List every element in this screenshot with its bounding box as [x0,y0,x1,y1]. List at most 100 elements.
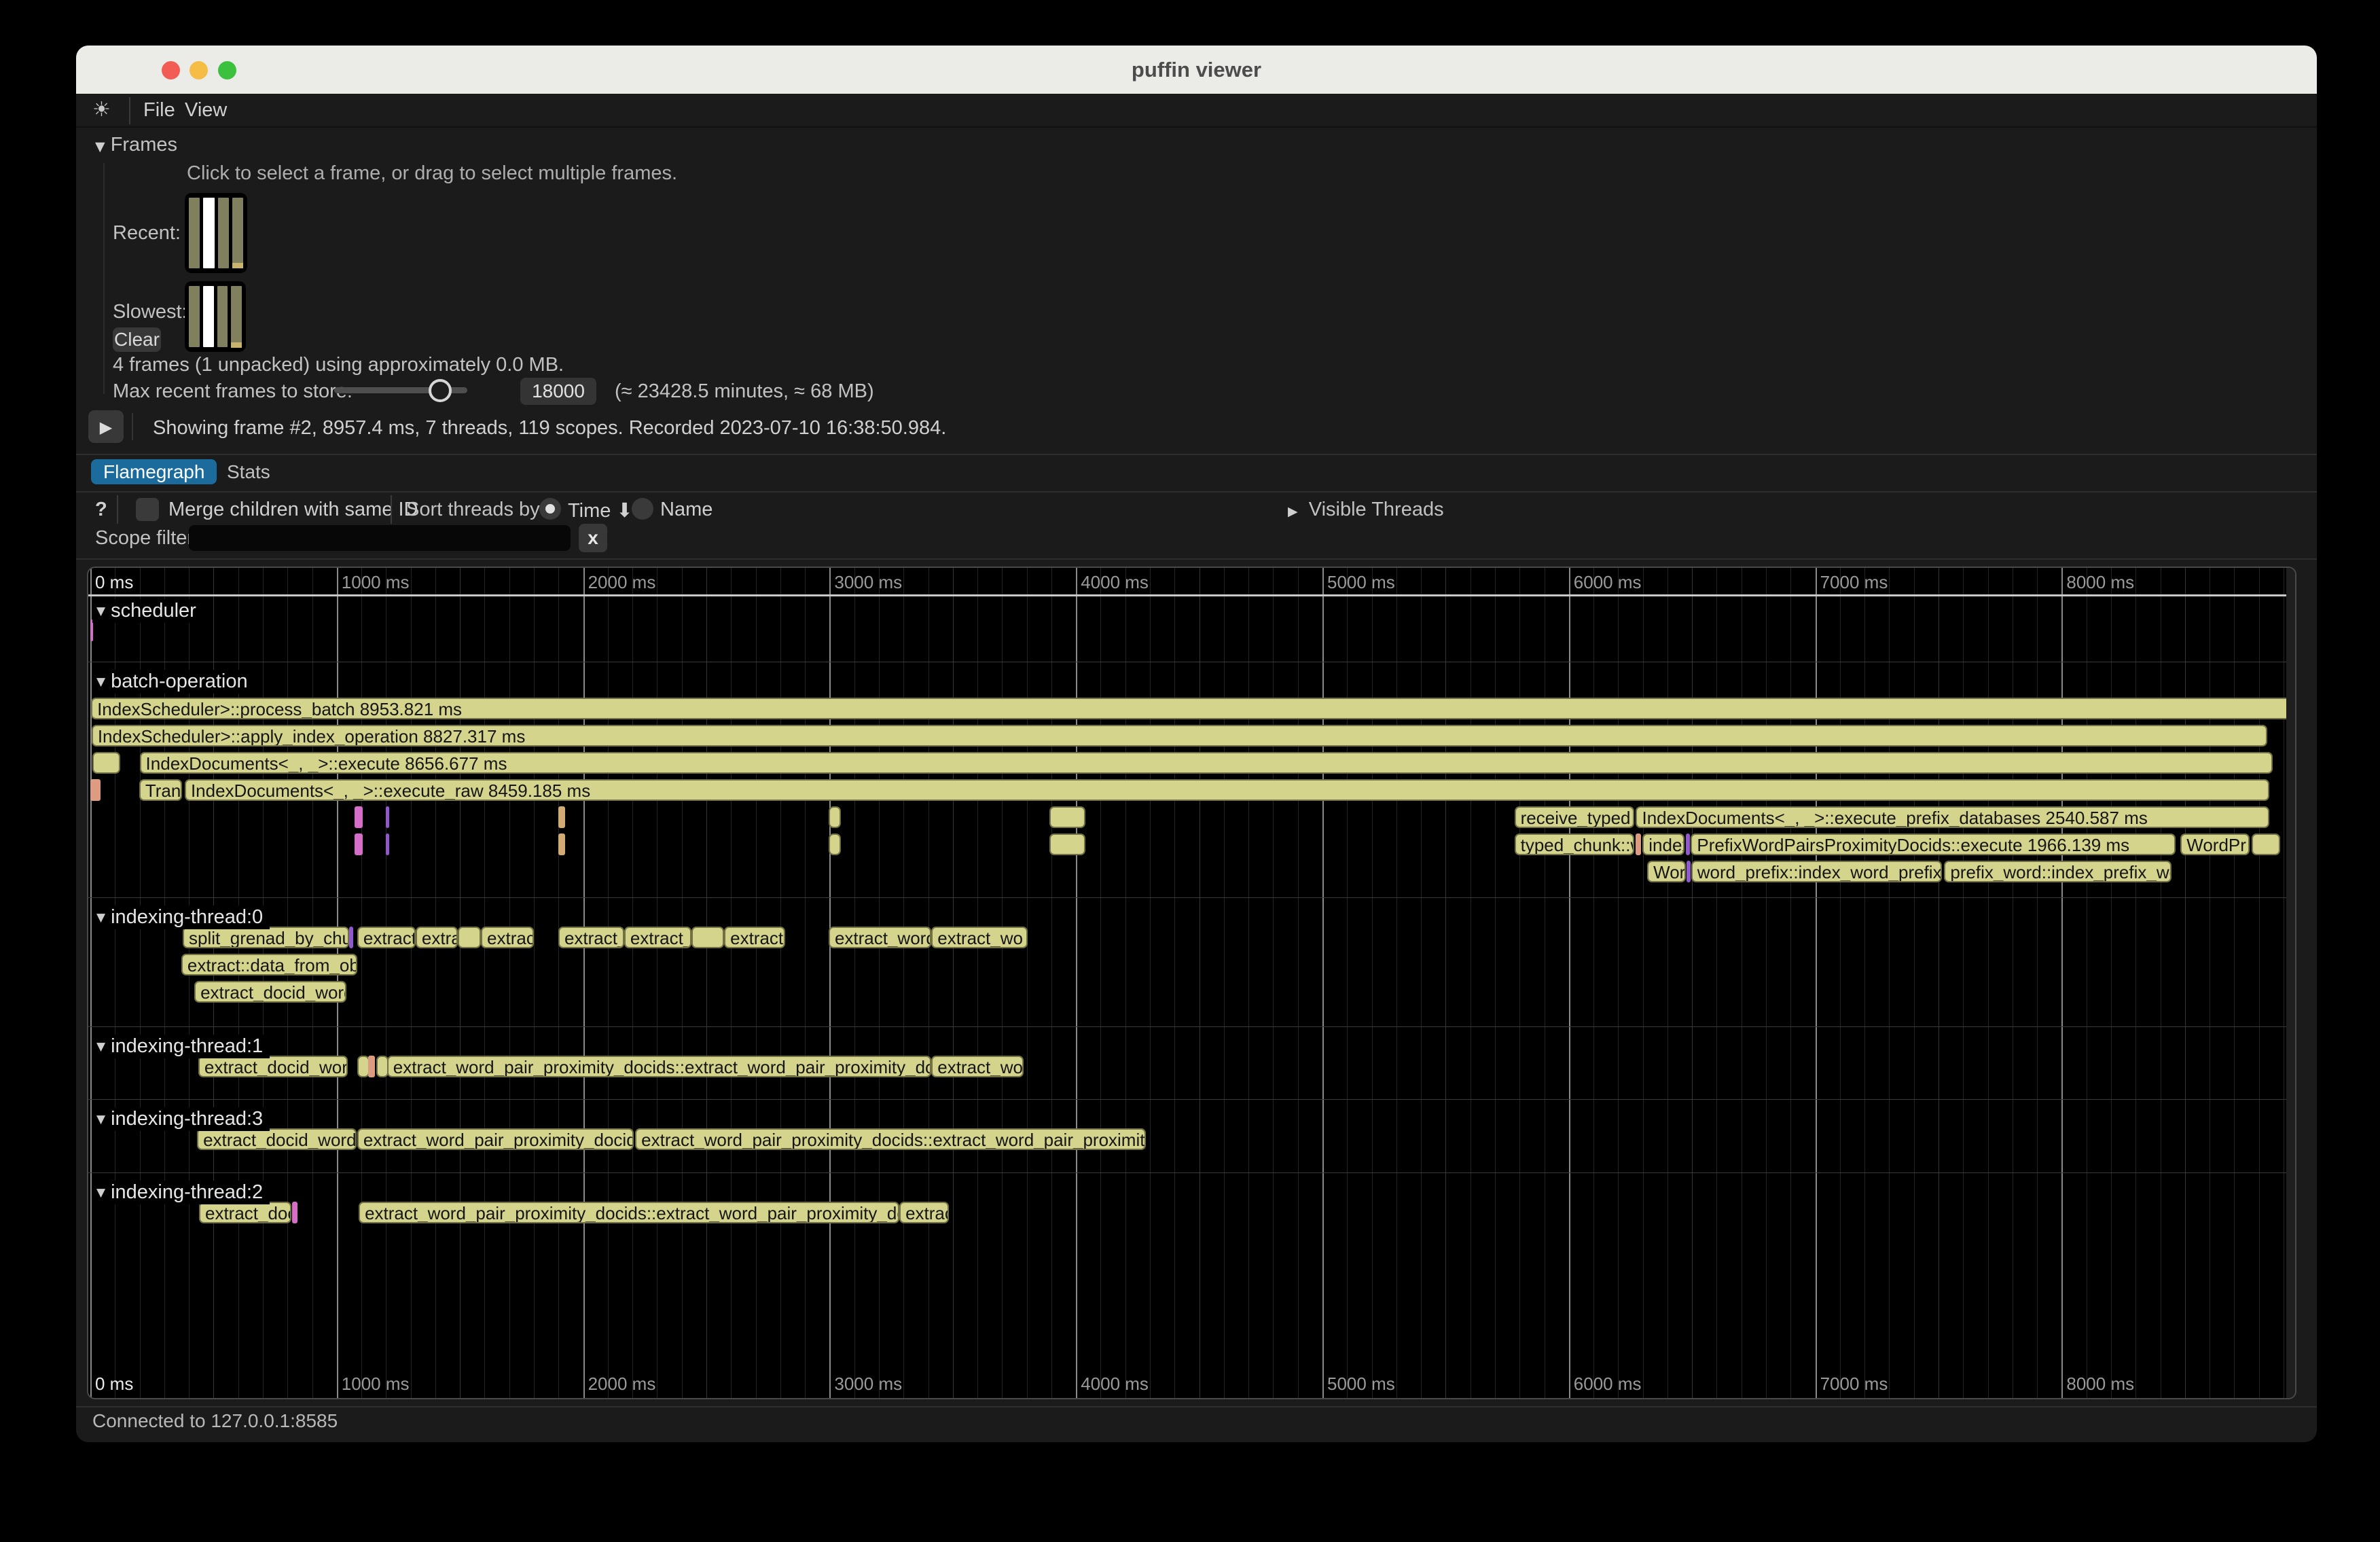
flame-bar-extra[interactable]: extra [416,927,458,948]
selected-frame-bar[interactable] [203,286,214,347]
flame-bar-receive_typed_[interactable]: receive_typed_ [1515,806,1634,828]
flame-bar-extract_wo[interactable]: extract_wo [931,927,1028,948]
flame-bar[interactable] [355,806,363,828]
tab-flamegraph[interactable]: Flamegraph [91,459,217,484]
flame-bar-extract[interactable]: extract [724,927,785,948]
frame-bar[interactable] [217,286,228,347]
flame-bar-extract_wo[interactable]: extract_wo [931,1056,1024,1077]
controls-divider [117,495,118,524]
flame-bar-extract[interactable]: extract [357,927,416,948]
flame-bar-extract_docid_word[interactable]: extract_docid_word [198,1056,348,1077]
flame-bar-typed_chunk-w[interactable]: typed_chunk::w [1515,833,1634,855]
flame-bar[interactable] [292,1202,298,1223]
flame-bar[interactable] [691,927,724,948]
thread-header-indexing-thread-3[interactable]: ▼indexing-thread:3 [92,1107,270,1131]
frame-bar[interactable] [231,286,242,344]
merge-children-label[interactable]: Merge children with same ID [168,499,418,521]
help-button[interactable]: ? [95,499,107,521]
flame-bar[interactable] [558,806,565,828]
gridline-major [1076,568,1077,1398]
flame-bar-extract_word_pair_proximity_docids-extra[interactable]: extract_word_pair_proximity_docids::extr… [635,1128,1146,1150]
flame-bar-split_grenad_by_chun[interactable]: split_grenad_by_chun [183,927,349,948]
theme-sun-icon[interactable]: ☀ [92,98,111,122]
flame-bar-extract_doc[interactable]: extract_doc [199,1202,291,1223]
flame-bar-Word[interactable]: Word [1647,861,1686,882]
flame-bar-extrac[interactable]: extrac [481,927,534,948]
flame-bar-WordPr[interactable]: WordPr [2180,833,2250,855]
flame-bar[interactable] [829,833,841,855]
frame-bar[interactable] [232,198,243,264]
flame-bar-PrefixWordPairsProximityDocids-execute[interactable]: PrefixWordPairsProximityDocids::execute … [1691,833,2175,855]
flame-bar-word_prefix-index_word_prefix_[interactable]: word_prefix::index_word_prefix_ [1691,861,1943,882]
flame-bar-extract-data_from_ob[interactable]: extract::data_from_ob [181,954,357,975]
tab-stats[interactable]: Stats [215,459,283,484]
flame-bar-prefix_word-index_prefix_wo[interactable]: prefix_word::index_prefix_wo [1944,861,2171,882]
flame-bar-IndexDocuments-_-[interactable]: IndexDocuments<_, _>::execute_prefix_dat… [1636,806,2269,828]
flame-bar-IndexScheduler-process_batch[interactable]: IndexScheduler>::process_batch 8953.821 … [91,698,2296,719]
flame-bar[interactable] [829,806,841,828]
slowest-frames-thumbnail[interactable] [185,281,246,352]
thread-header-indexing-thread-0[interactable]: ▼indexing-thread:0 [92,906,270,929]
flame-bar-index[interactable]: index [1642,833,1684,855]
play-button[interactable]: ▶ [88,410,124,443]
menu-item-view[interactable]: View [185,94,227,128]
gridline-minor [682,568,683,1398]
flame-bar-Trans[interactable]: Trans [139,779,182,801]
flame-bar[interactable] [1049,806,1085,828]
flame-bar[interactable] [458,927,481,948]
sort-radio-name[interactable] [632,498,653,520]
thread-header-indexing-thread-1[interactable]: ▼indexing-thread:1 [92,1035,270,1058]
selected-frame-bar[interactable] [203,198,214,268]
max-frames-value[interactable]: 18000 [520,378,596,405]
flame-bar[interactable] [1636,833,1640,855]
visible-threads-toggle[interactable]: ▶ Visible Threads [1288,499,1444,521]
flame-bar-extract_docid_word[interactable]: extract_docid_word [194,981,346,1003]
flame-bar-extract_[interactable]: extract_ [558,927,624,948]
gridline-minor [1150,568,1151,1398]
sort-option-label[interactable]: Name [660,499,713,521]
flame-bar[interactable] [386,833,389,855]
flame-bar[interactable] [92,752,120,774]
flame-bar-extract_[interactable]: extract_ [624,927,691,948]
flame-bar[interactable] [1686,833,1690,855]
thread-header-batch-operation[interactable]: ▼batch-operation [92,670,255,694]
frames-section-toggle[interactable]: ▼ Frames [95,134,177,156]
sort-radio-time[interactable] [539,498,561,520]
flame-bar[interactable] [349,927,353,948]
frame-bar[interactable] [189,198,200,268]
frame-bar[interactable] [189,286,200,347]
frame-bar[interactable] [218,198,229,268]
scope-filter-input[interactable] [189,525,571,551]
flame-bar-IndexScheduler-apply_index_operation[interactable]: IndexScheduler>::apply_index_operation 8… [92,725,2267,747]
scrollbar[interactable] [2286,568,2295,1398]
sort-option-label[interactable]: Time ⬇ [568,499,633,522]
flame-bar[interactable] [90,779,101,801]
flame-bar-extract_word[interactable]: extract_word [829,927,931,948]
clear-filter-button[interactable]: x [579,524,607,552]
flame-bar-IndexDocuments-_-[interactable]: IndexDocuments<_, _>::execute 8656.677 m… [140,752,2273,774]
flame-bar[interactable] [1049,833,1085,855]
thread-header-scheduler[interactable]: ▼scheduler [92,599,203,623]
flame-bar-IndexDocuments-_-[interactable]: IndexDocuments<_, _>::execute_raw 8459.1… [185,779,2269,801]
flamegraph-canvas[interactable]: 0 ms0 ms1000 ms1000 ms2000 ms2000 ms3000… [87,567,2296,1399]
thread-header-indexing-thread-2[interactable]: ▼indexing-thread:2 [92,1181,270,1204]
flame-bar[interactable] [386,806,389,828]
flame-bar-extract_word_pair_proximity_docids[interactable]: extract_word_pair_proximity_docids [357,1128,634,1150]
flame-bar[interactable] [368,1056,375,1077]
max-frames-slider-knob[interactable] [429,379,452,402]
flame-bar-extract_word_pair_proximity_docids-extra[interactable]: extract_word_pair_proximity_docids::extr… [359,1202,899,1223]
flame-bar-extract_docid_word[interactable]: extract_docid_word [197,1128,357,1150]
clear-button[interactable]: Clear [113,327,161,352]
flame-bar[interactable] [1687,861,1691,882]
merge-children-checkbox[interactable] [136,498,159,521]
gridline-major [583,568,585,1398]
axis-tick-label: 4000 ms [1081,572,1149,593]
flame-bar-extrac[interactable]: extrac [899,1202,949,1223]
flame-bar-extract_word_pair_proximity_docids-extra[interactable]: extract_word_pair_proximity_docids::extr… [387,1056,931,1077]
recent-frames-thumbnail[interactable] [185,193,247,273]
flame-bar[interactable] [2252,833,2280,855]
flame-bar[interactable] [558,833,565,855]
menu-item-file[interactable]: File [143,94,175,128]
flame-bar[interactable] [355,833,363,855]
gridline-minor [903,568,904,1398]
